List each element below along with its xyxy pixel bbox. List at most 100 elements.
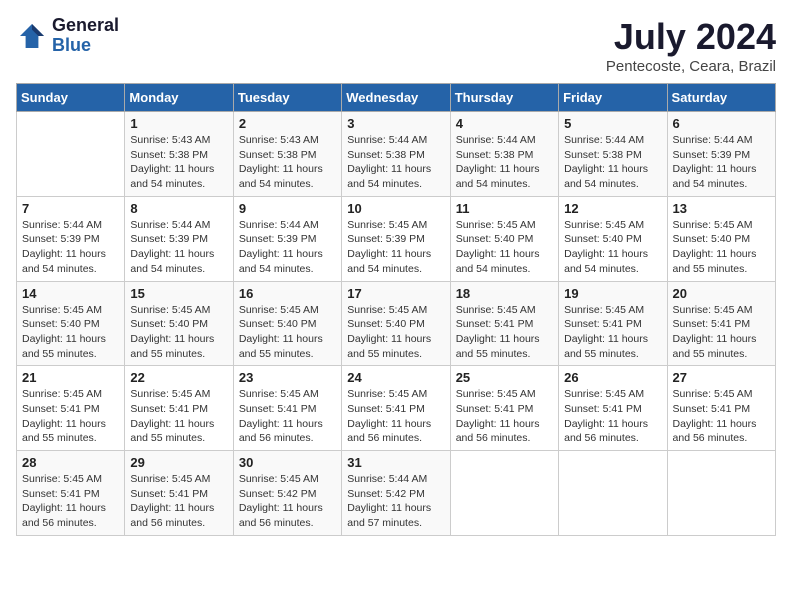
day-info: Sunrise: 5:45 AMSunset: 5:41 PMDaylight:… [130,472,227,531]
day-number: 2 [239,116,336,131]
day-header-sunday: Sunday [17,84,125,112]
day-number: 24 [347,370,444,385]
week-row-1: 1 Sunrise: 5:43 AMSunset: 5:38 PMDaylight… [17,112,776,197]
day-info: Sunrise: 5:45 AMSunset: 5:42 PMDaylight:… [239,472,336,531]
calendar-table: SundayMondayTuesdayWednesdayThursdayFrid… [16,83,776,536]
calendar-cell: 11 Sunrise: 5:45 AMSunset: 5:40 PMDayligh… [450,196,558,281]
day-info: Sunrise: 5:45 AMSunset: 5:41 PMDaylight:… [456,387,553,446]
day-header-tuesday: Tuesday [233,84,341,112]
day-number: 28 [22,455,119,470]
day-info: Sunrise: 5:45 AMSunset: 5:40 PMDaylight:… [130,303,227,362]
calendar-cell: 4 Sunrise: 5:44 AMSunset: 5:38 PMDaylight… [450,112,558,197]
day-number: 31 [347,455,444,470]
day-info: Sunrise: 5:45 AMSunset: 5:41 PMDaylight:… [564,303,661,362]
calendar-cell: 21 Sunrise: 5:45 AMSunset: 5:41 PMDayligh… [17,366,125,451]
day-number: 20 [673,286,770,301]
day-info: Sunrise: 5:44 AMSunset: 5:38 PMDaylight:… [456,133,553,192]
day-info: Sunrise: 5:44 AMSunset: 5:39 PMDaylight:… [673,133,770,192]
day-number: 18 [456,286,553,301]
day-number: 3 [347,116,444,131]
day-number: 14 [22,286,119,301]
day-number: 27 [673,370,770,385]
day-number: 23 [239,370,336,385]
header-row: SundayMondayTuesdayWednesdayThursdayFrid… [17,84,776,112]
calendar-cell: 22 Sunrise: 5:45 AMSunset: 5:41 PMDayligh… [125,366,233,451]
calendar-cell: 28Sunrise: 5:45 AMSunset: 5:41 PMDayligh… [17,451,125,536]
day-number: 26 [564,370,661,385]
calendar-cell: 3 Sunrise: 5:44 AMSunset: 5:38 PMDaylight… [342,112,450,197]
header: General Blue July 2024 Pentecoste, Ceara… [16,16,776,75]
calendar-cell: 15 Sunrise: 5:45 AMSunset: 5:40 PMDayligh… [125,281,233,366]
calendar-cell: 30 Sunrise: 5:45 AMSunset: 5:42 PMDayligh… [233,451,341,536]
day-info: Sunrise: 5:45 AMSunset: 5:41 PMDaylight:… [564,387,661,446]
day-number: 9 [239,201,336,216]
subtitle: Pentecoste, Ceara, Brazil [606,58,776,75]
day-info: Sunrise: 5:45 AMSunset: 5:41 PMDaylight:… [673,387,770,446]
day-info: Sunrise: 5:45 AMSunset: 5:41 PMDaylight:… [22,387,119,446]
day-info: Sunrise: 5:45 AMSunset: 5:40 PMDaylight:… [564,218,661,277]
week-row-5: 28 Sunrise: 5:45 AMSunset: 5:41 PMDayligh… [17,451,776,536]
day-info: Sunrise: 5:45 AMSunset: 5:39 PMDaylight:… [347,218,444,277]
logo: General Blue [16,16,119,56]
day-number: 17 [347,286,444,301]
main-title: July 2024 [606,16,776,58]
day-header-friday: Friday [559,84,667,112]
calendar-cell: 5 Sunrise: 5:44 AMSunset: 5:38 PMDaylight… [559,112,667,197]
calendar-cell: 26 Sunrise: 5:45 AMSunset: 5:41 PMDayligh… [559,366,667,451]
day-number: 10 [347,201,444,216]
day-info: Sunrise: 5:45 AMSunset: 5:41 PMDaylight:… [673,303,770,362]
calendar-cell: 27 Sunrise: 5:45 AMSunset: 5:41 PMDayligh… [667,366,775,451]
day-info: Sunrise: 5:45 AMSunset: 5:41 PMDaylight:… [130,387,227,446]
calendar-cell: 31 Sunrise: 5:44 AMSunset: 5:42 PMDayligh… [342,451,450,536]
day-number: 21 [22,370,119,385]
day-number: 22 [130,370,227,385]
day-info: Sunrise: 5:45 AMSunset: 5:40 PMDaylight:… [22,303,119,362]
calendar-cell [450,451,558,536]
day-info: Sunrise: 5:45 AMSunset: 5:41 PMDaylight:… [347,387,444,446]
day-number: 1 [130,116,227,131]
day-number: 30 [239,455,336,470]
day-number: 12 [564,201,661,216]
day-info: Sunrise: 5:44 AMSunset: 5:39 PMDaylight:… [239,218,336,277]
day-info: Sunrise: 5:43 AMSunset: 5:38 PMDaylight:… [130,133,227,192]
day-number: 19 [564,286,661,301]
calendar-cell: 18 Sunrise: 5:45 AMSunset: 5:41 PMDayligh… [450,281,558,366]
calendar-cell: 17 Sunrise: 5:45 AMSunset: 5:40 PMDayligh… [342,281,450,366]
calendar-cell: 29 Sunrise: 5:45 AMSunset: 5:41 PMDayligh… [125,451,233,536]
day-info: Sunrise: 5:44 AMSunset: 5:39 PMDaylight:… [130,218,227,277]
day-info: Sunrise: 5:45 AMSunset: 5:41 PMDaylight:… [239,387,336,446]
calendar-cell: 10 Sunrise: 5:45 AMSunset: 5:39 PMDayligh… [342,196,450,281]
day-number: 29 [130,455,227,470]
day-info: Sunrise: 5:44 AMSunset: 5:38 PMDaylight:… [564,133,661,192]
day-header-wednesday: Wednesday [342,84,450,112]
day-info: Sunrise: 5:45 AMSunset: 5:41 PMDaylight:… [456,303,553,362]
calendar-cell: 1 Sunrise: 5:43 AMSunset: 5:38 PMDaylight… [125,112,233,197]
calendar-cell: 14 Sunrise: 5:45 AMSunset: 5:40 PMDayligh… [17,281,125,366]
calendar-cell: 20 Sunrise: 5:45 AMSunset: 5:41 PMDayligh… [667,281,775,366]
calendar-cell: 13Sunrise: 5:45 AMSunset: 5:40 PMDayligh… [667,196,775,281]
day-number: 11 [456,201,553,216]
day-number: 5 [564,116,661,131]
calendar-cell: 19 Sunrise: 5:45 AMSunset: 5:41 PMDayligh… [559,281,667,366]
day-info: Sunrise: 5:44 AMSunset: 5:38 PMDaylight:… [347,133,444,192]
calendar-cell: 6Sunrise: 5:44 AMSunset: 5:39 PMDaylight… [667,112,775,197]
week-row-2: 7 Sunrise: 5:44 AMSunset: 5:39 PMDaylight… [17,196,776,281]
day-info: Sunrise: 5:44 AMSunset: 5:39 PMDaylight:… [22,218,119,277]
day-number: 15 [130,286,227,301]
day-header-monday: Monday [125,84,233,112]
calendar-cell: 7 Sunrise: 5:44 AMSunset: 5:39 PMDaylight… [17,196,125,281]
calendar-cell [667,451,775,536]
calendar-cell: 9 Sunrise: 5:44 AMSunset: 5:39 PMDaylight… [233,196,341,281]
logo-icon [16,20,48,52]
day-number: 25 [456,370,553,385]
calendar-cell: 25 Sunrise: 5:45 AMSunset: 5:41 PMDayligh… [450,366,558,451]
calendar-cell: 24 Sunrise: 5:45 AMSunset: 5:41 PMDayligh… [342,366,450,451]
day-info: Sunrise: 5:44 AMSunset: 5:42 PMDaylight:… [347,472,444,531]
day-info: Sunrise: 5:45 AMSunset: 5:40 PMDaylight:… [347,303,444,362]
day-number: 7 [22,201,119,216]
calendar-cell: 12 Sunrise: 5:45 AMSunset: 5:40 PMDayligh… [559,196,667,281]
week-row-4: 21 Sunrise: 5:45 AMSunset: 5:41 PMDayligh… [17,366,776,451]
logo-text: General Blue [52,16,119,56]
day-number: 4 [456,116,553,131]
day-info: Sunrise: 5:45 AMSunset: 5:40 PMDaylight:… [456,218,553,277]
